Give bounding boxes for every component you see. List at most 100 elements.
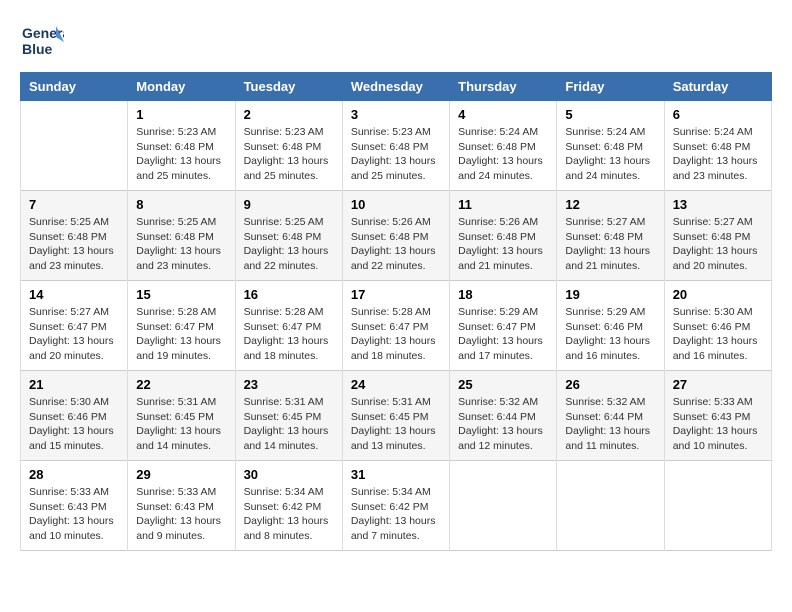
day-info: Sunrise: 5:31 AMSunset: 6:45 PMDaylight:… (244, 395, 334, 454)
day-number: 25 (458, 377, 548, 392)
calendar-day-27: 27 Sunrise: 5:33 AMSunset: 6:43 PMDayligh… (664, 371, 771, 461)
calendar-day-28: 28 Sunrise: 5:33 AMSunset: 6:43 PMDayligh… (21, 461, 128, 551)
day-number: 22 (136, 377, 226, 392)
day-info: Sunrise: 5:34 AMSunset: 6:42 PMDaylight:… (351, 485, 441, 544)
calendar-day-1: 1 Sunrise: 5:23 AMSunset: 6:48 PMDaylight… (128, 101, 235, 191)
calendar-day-29: 29 Sunrise: 5:33 AMSunset: 6:43 PMDayligh… (128, 461, 235, 551)
day-info: Sunrise: 5:24 AMSunset: 6:48 PMDaylight:… (565, 125, 655, 184)
calendar-day-10: 10Sunrise: 5:26 AMSunset: 6:48 PMDayligh… (342, 191, 449, 281)
empty-day-cell (664, 461, 771, 551)
weekday-header-monday: Monday (128, 73, 235, 101)
day-number: 4 (458, 107, 548, 122)
calendar-day-12: 12 Sunrise: 5:27 AMSunset: 6:48 PMDayligh… (557, 191, 664, 281)
calendar-day-22: 22 Sunrise: 5:31 AMSunset: 6:45 PMDayligh… (128, 371, 235, 461)
calendar-day-11: 11 Sunrise: 5:26 AMSunset: 6:48 PMDayligh… (450, 191, 557, 281)
day-number: 10 (351, 197, 441, 212)
day-info: Sunrise: 5:33 AMSunset: 6:43 PMDaylight:… (29, 485, 119, 544)
weekday-header-wednesday: Wednesday (342, 73, 449, 101)
day-info: Sunrise: 5:31 AMSunset: 6:45 PMDaylight:… (136, 395, 226, 454)
calendar-day-3: 3 Sunrise: 5:23 AMSunset: 6:48 PMDaylight… (342, 101, 449, 191)
calendar-day-25: 25 Sunrise: 5:32 AMSunset: 6:44 PMDayligh… (450, 371, 557, 461)
day-number: 30 (244, 467, 334, 482)
day-info: Sunrise: 5:25 AMSunset: 6:48 PMDaylight:… (29, 215, 119, 274)
day-info: Sunrise: 5:25 AMSunset: 6:48 PMDaylight:… (244, 215, 334, 274)
day-number: 11 (458, 197, 548, 212)
day-number: 8 (136, 197, 226, 212)
day-number: 9 (244, 197, 334, 212)
calendar-day-30: 30 Sunrise: 5:34 AMSunset: 6:42 PMDayligh… (235, 461, 342, 551)
calendar-day-16: 16 Sunrise: 5:28 AMSunset: 6:47 PMDayligh… (235, 281, 342, 371)
calendar-day-7: 7 Sunrise: 5:25 AMSunset: 6:48 PMDaylight… (21, 191, 128, 281)
calendar-day-6: 6 Sunrise: 5:24 AMSunset: 6:48 PMDaylight… (664, 101, 771, 191)
day-number: 6 (673, 107, 763, 122)
day-info: Sunrise: 5:30 AMSunset: 6:46 PMDaylight:… (673, 305, 763, 364)
calendar-week-row: 7 Sunrise: 5:25 AMSunset: 6:48 PMDaylight… (21, 191, 772, 281)
day-number: 1 (136, 107, 226, 122)
page-header: General Blue (20, 20, 772, 64)
calendar-day-31: 31Sunrise: 5:34 AMSunset: 6:42 PMDayligh… (342, 461, 449, 551)
day-number: 16 (244, 287, 334, 302)
day-info: Sunrise: 5:23 AMSunset: 6:48 PMDaylight:… (136, 125, 226, 184)
day-number: 12 (565, 197, 655, 212)
calendar-day-19: 19 Sunrise: 5:29 AMSunset: 6:46 PMDayligh… (557, 281, 664, 371)
calendar-week-row: 28 Sunrise: 5:33 AMSunset: 6:43 PMDayligh… (21, 461, 772, 551)
calendar-day-8: 8Sunrise: 5:25 AMSunset: 6:48 PMDaylight… (128, 191, 235, 281)
day-info: Sunrise: 5:27 AMSunset: 6:48 PMDaylight:… (565, 215, 655, 274)
svg-text:Blue: Blue (22, 41, 53, 57)
day-number: 7 (29, 197, 119, 212)
calendar-week-row: 21Sunrise: 5:30 AMSunset: 6:46 PMDayligh… (21, 371, 772, 461)
day-number: 19 (565, 287, 655, 302)
calendar-day-20: 20 Sunrise: 5:30 AMSunset: 6:46 PMDayligh… (664, 281, 771, 371)
day-info: Sunrise: 5:28 AMSunset: 6:47 PMDaylight:… (351, 305, 441, 364)
day-number: 29 (136, 467, 226, 482)
day-number: 13 (673, 197, 763, 212)
calendar-day-26: 26 Sunrise: 5:32 AMSunset: 6:44 PMDayligh… (557, 371, 664, 461)
weekday-header-saturday: Saturday (664, 73, 771, 101)
day-info: Sunrise: 5:34 AMSunset: 6:42 PMDaylight:… (244, 485, 334, 544)
empty-day-cell (450, 461, 557, 551)
day-number: 28 (29, 467, 119, 482)
day-info: Sunrise: 5:32 AMSunset: 6:44 PMDaylight:… (565, 395, 655, 454)
day-info: Sunrise: 5:32 AMSunset: 6:44 PMDaylight:… (458, 395, 548, 454)
empty-day-cell (21, 101, 128, 191)
day-info: Sunrise: 5:28 AMSunset: 6:47 PMDaylight:… (244, 305, 334, 364)
day-info: Sunrise: 5:31 AMSunset: 6:45 PMDaylight:… (351, 395, 441, 454)
weekday-header-sunday: Sunday (21, 73, 128, 101)
day-info: Sunrise: 5:27 AMSunset: 6:47 PMDaylight:… (29, 305, 119, 364)
calendar-day-21: 21Sunrise: 5:30 AMSunset: 6:46 PMDayligh… (21, 371, 128, 461)
day-number: 26 (565, 377, 655, 392)
calendar-day-17: 17Sunrise: 5:28 AMSunset: 6:47 PMDayligh… (342, 281, 449, 371)
day-info: Sunrise: 5:30 AMSunset: 6:46 PMDaylight:… (29, 395, 119, 454)
day-info: Sunrise: 5:29 AMSunset: 6:47 PMDaylight:… (458, 305, 548, 364)
day-info: Sunrise: 5:27 AMSunset: 6:48 PMDaylight:… (673, 215, 763, 274)
day-number: 15 (136, 287, 226, 302)
day-number: 23 (244, 377, 334, 392)
day-info: Sunrise: 5:23 AMSunset: 6:48 PMDaylight:… (351, 125, 441, 184)
calendar-day-4: 4 Sunrise: 5:24 AMSunset: 6:48 PMDaylight… (450, 101, 557, 191)
day-info: Sunrise: 5:24 AMSunset: 6:48 PMDaylight:… (458, 125, 548, 184)
day-info: Sunrise: 5:33 AMSunset: 6:43 PMDaylight:… (136, 485, 226, 544)
logo-svg: General Blue (20, 20, 64, 64)
day-info: Sunrise: 5:29 AMSunset: 6:46 PMDaylight:… (565, 305, 655, 364)
calendar-day-5: 5Sunrise: 5:24 AMSunset: 6:48 PMDaylight… (557, 101, 664, 191)
weekday-header-thursday: Thursday (450, 73, 557, 101)
day-info: Sunrise: 5:26 AMSunset: 6:48 PMDaylight:… (458, 215, 548, 274)
calendar-week-row: 1 Sunrise: 5:23 AMSunset: 6:48 PMDaylight… (21, 101, 772, 191)
weekday-header-friday: Friday (557, 73, 664, 101)
calendar-table: SundayMondayTuesdayWednesdayThursdayFrid… (20, 72, 772, 551)
calendar-day-13: 13 Sunrise: 5:27 AMSunset: 6:48 PMDayligh… (664, 191, 771, 281)
day-info: Sunrise: 5:33 AMSunset: 6:43 PMDaylight:… (673, 395, 763, 454)
day-number: 27 (673, 377, 763, 392)
day-number: 14 (29, 287, 119, 302)
day-info: Sunrise: 5:24 AMSunset: 6:48 PMDaylight:… (673, 125, 763, 184)
day-number: 2 (244, 107, 334, 122)
calendar-day-23: 23 Sunrise: 5:31 AMSunset: 6:45 PMDayligh… (235, 371, 342, 461)
day-info: Sunrise: 5:28 AMSunset: 6:47 PMDaylight:… (136, 305, 226, 364)
empty-day-cell (557, 461, 664, 551)
calendar-day-15: 15 Sunrise: 5:28 AMSunset: 6:47 PMDayligh… (128, 281, 235, 371)
calendar-day-9: 9 Sunrise: 5:25 AMSunset: 6:48 PMDaylight… (235, 191, 342, 281)
weekday-header-row: SundayMondayTuesdayWednesdayThursdayFrid… (21, 73, 772, 101)
day-number: 20 (673, 287, 763, 302)
calendar-day-18: 18Sunrise: 5:29 AMSunset: 6:47 PMDayligh… (450, 281, 557, 371)
day-number: 3 (351, 107, 441, 122)
